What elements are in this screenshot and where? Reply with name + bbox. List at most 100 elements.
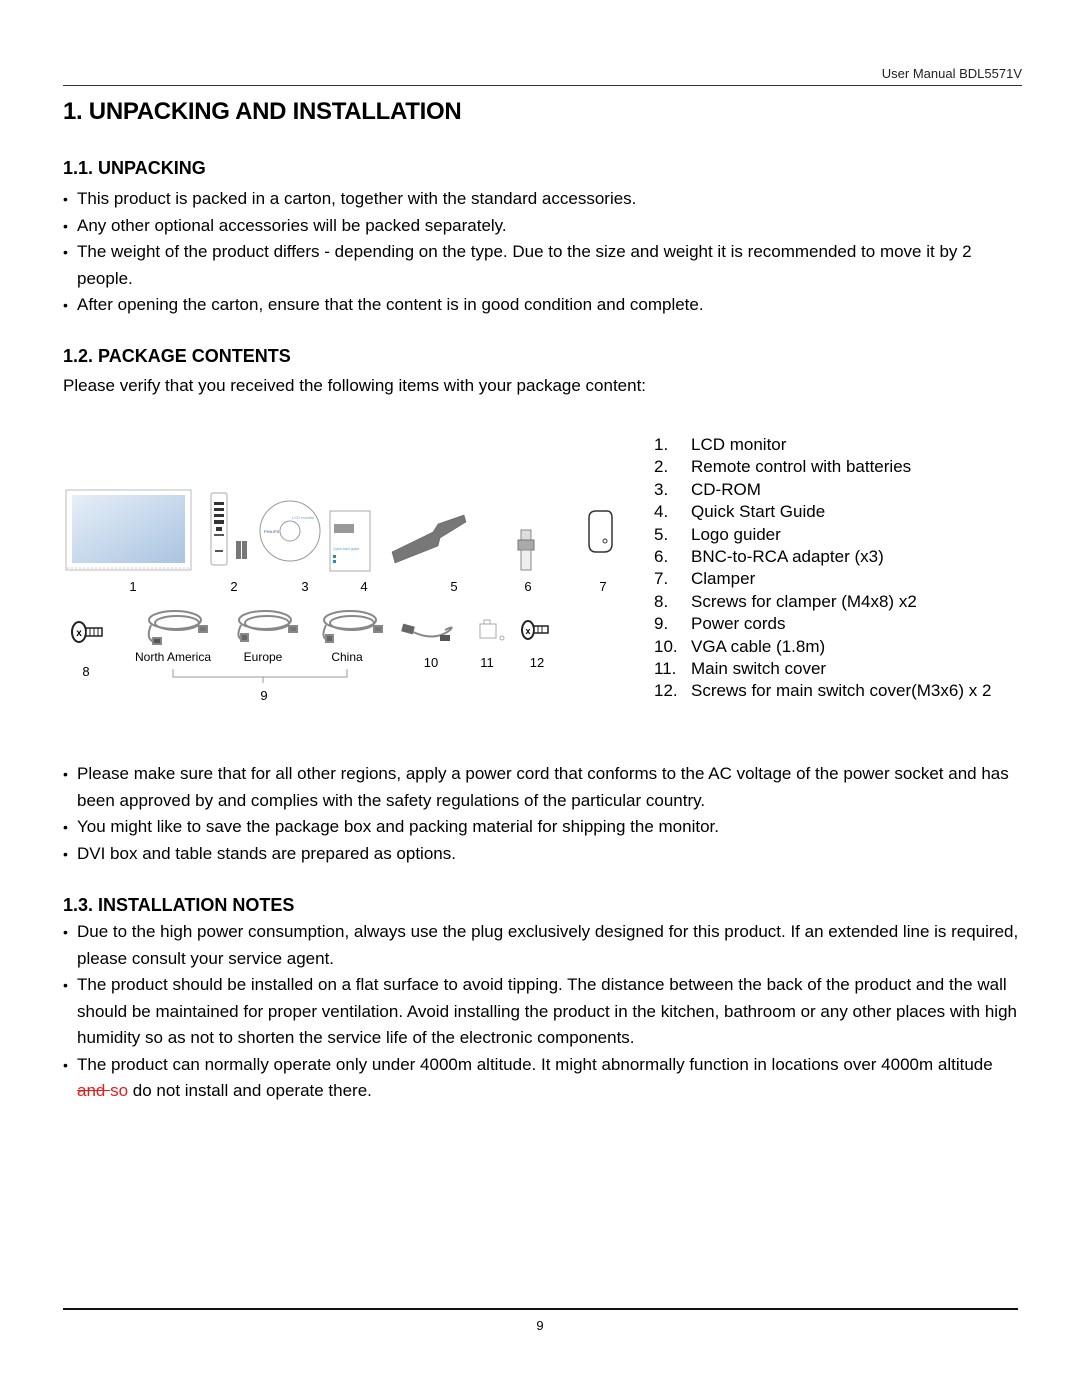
list-item-number: 4. [654,502,669,522]
cd-brand-text: PHILIPS [264,529,280,534]
power-cord-north-america-icon [147,610,208,645]
page-number: 9 [536,1318,544,1333]
bullet-text: The product can normally operate only un… [77,1054,993,1074]
bullet-item: The product can normally operate only un… [63,1052,1023,1105]
list-item-number: 5. [654,524,669,544]
list-item: 3. CD-ROM [654,479,991,501]
list-item: 4. Quick Start Guide [654,501,991,523]
figure-label-6: 6 [524,579,531,594]
list-item: 7. Clamper [654,568,991,590]
logo-guider-icon [391,514,467,564]
figure-label-9: 9 [260,688,267,703]
figure-label-7: 7 [599,579,606,594]
power-cord-europe-icon [237,610,298,642]
package-contents-figure: LCD monitor PHILIPS Quick start guide 1 … [65,489,613,703]
package-contents-intro: Please verify that you received the foll… [63,376,647,395]
power-cord-china-icon [322,610,383,643]
list-item-number: 12. [654,681,678,701]
list-item: 8. Screws for clamper (M4x8) x2 [654,591,991,613]
list-item-number: 3. [654,479,669,499]
list-item-label: Logo guider [691,524,781,544]
svg-text:x: x [76,628,82,639]
batteries-icon [236,541,247,559]
running-header: User Manual BDL5571V [881,66,1022,81]
clamper-screw-icon: x [71,621,103,643]
bullet-item: You might like to save the package box a… [63,814,1023,841]
list-item: 9. Power cords [654,613,991,635]
list-item-label: LCD monitor [691,435,787,454]
tracked-deletion: and [77,1081,111,1100]
tracked-insertion: so [110,1081,129,1100]
main-switch-cover-icon [479,619,505,641]
quick-start-guide-icon: Quick start guide [329,510,371,572]
bullet-item: Due to the high power consumption, alway… [63,919,1023,972]
section-title-package-contents: 1.2. PACKAGE CONTENTS [63,346,291,366]
list-item-label: Screws for main switch cover(M3x6) x 2 [691,681,992,701]
figure-label-1: 1 [129,579,136,594]
cord-region-north-america: North America [135,650,211,664]
list-item-number: 10. [654,636,678,656]
figure-label-3: 3 [301,579,308,594]
chapter-title: 1. UNPACKING AND INSTALLATION [63,98,462,125]
figure-label-12: 12 [530,655,544,670]
list-item: 11. Main switch cover [654,658,991,680]
switch-cover-screw-icon: x [521,620,549,640]
list-item: 5. Logo guider [654,524,991,546]
list-item-label: Quick Start Guide [691,502,826,522]
list-item-number: 9. [654,614,669,634]
lcd-monitor-icon [65,489,192,571]
list-item: 6. BNC-to-RCA adapter (x3) [654,546,991,568]
cord-region-europe: Europe [244,650,283,664]
bullet-item: The weight of the product differs - depe… [63,239,1023,292]
list-item-number: 6. [654,547,669,567]
package-notes-bullet-list: Please make sure that for all other regi… [63,761,1023,867]
bullet-text: do not install and operate there. [128,1081,372,1100]
bullet-item: This product is packed in a carton, toge… [63,186,1023,213]
list-item-label: CD-ROM [691,479,761,499]
list-item: 2. Remote control with batteries [654,456,991,478]
list-item: 10. VGA cable (1.8m) [654,636,991,658]
bullet-item: The product should be installed on a fla… [63,972,1023,1052]
list-item-label: Remote control with batteries [691,457,912,477]
list-item-label: Clamper [691,569,756,589]
figure-label-11: 11 [480,655,494,670]
bnc-adapter-icon [517,529,535,571]
list-item: 1. LCD monitor [654,434,991,456]
remote-control-icon [210,492,228,566]
bullet-item: Any other optional accessories will be p… [63,213,1023,240]
svg-text:x: x [525,626,530,636]
list-item-number: 7. [654,569,669,589]
section-title-installation-notes: 1.3. INSTALLATION NOTES [63,895,295,915]
figure-label-5: 5 [450,579,457,594]
list-item-number: 1. [654,435,669,454]
list-item-number: 2. [654,457,669,477]
list-item-label: VGA cable (1.8m) [691,636,826,656]
list-item-number: 8. [654,591,669,611]
list-item-label: Power cords [691,614,786,634]
bullet-item: After opening the carton, ensure that th… [63,292,1023,319]
bullet-item: Please make sure that for all other regi… [63,761,1023,814]
section-title-unpacking: 1.1. UNPACKING [63,158,206,178]
footer-divider [63,1308,1018,1310]
unpacking-bullet-list: This product is packed in a carton, toge… [63,186,1023,319]
package-contents-list: 1. LCD monitor 2. Remote control with batt… [654,434,991,703]
vga-cable-icon [401,623,453,641]
guide-title-text: Quick start guide [333,547,359,551]
list-item-number: 11. [654,659,677,679]
list-item-label: Screws for clamper (M4x8) x2 [691,591,917,611]
list-item: 12. Screws for main switch cover(M3x6) x … [654,680,991,702]
clamper-icon [588,510,613,553]
bullet-item: DVI box and table stands are prepared as… [63,841,1023,868]
list-item-label: BNC-to-RCA adapter (x3) [691,547,884,567]
figure-label-2: 2 [230,579,237,594]
cord-region-china: China [331,650,363,664]
cd-label-text: LCD monitor [292,515,315,520]
header-divider [63,85,1022,86]
figure-label-10: 10 [424,655,438,670]
list-item-label: Main switch cover [691,659,827,679]
figure-label-4: 4 [360,579,367,594]
figure-label-8: 8 [82,664,89,679]
cord-group-bracket [172,669,348,683]
installation-notes-bullet-list: Due to the high power consumption, alway… [63,919,1023,1105]
cd-rom-icon: LCD monitor PHILIPS [259,500,321,562]
